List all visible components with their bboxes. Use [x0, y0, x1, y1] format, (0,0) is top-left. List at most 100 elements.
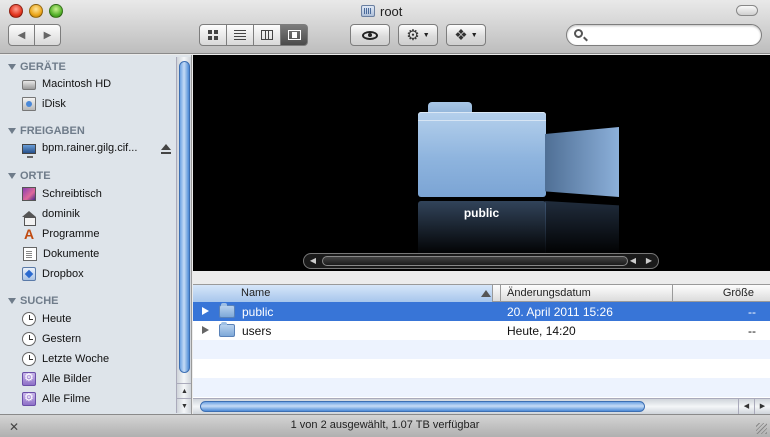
sidebar-section-devices[interactable]: GERÄTE — [8, 60, 66, 74]
list-horizontal-scrollbar[interactable]: ◀ ▶ — [193, 398, 770, 414]
table-row[interactable]: users Heute, 14:20 -- — [193, 321, 770, 340]
sidebar-item-label: Heute — [42, 313, 72, 325]
sidebar-item-last-week[interactable]: Letzte Woche — [22, 350, 177, 368]
scroll-right-icon[interactable]: ▶ — [754, 399, 770, 414]
scroll-up-icon[interactable]: ▲ — [177, 383, 191, 398]
column-header-label: Größe — [722, 287, 754, 299]
eye-icon — [362, 30, 378, 40]
sidebar-vertical-scrollbar[interactable]: ▲ ▼ — [176, 57, 191, 413]
desktop-icon — [22, 187, 36, 201]
sidebar-item-label: Alle Bilder — [42, 373, 92, 385]
column-header-name[interactable]: Name — [193, 285, 493, 302]
sidebar-item-label: Alle Filme — [42, 393, 91, 405]
column-header-size[interactable]: Größe — [673, 285, 770, 302]
scroll-left-icon[interactable]: ◀ — [738, 399, 754, 414]
list-view-icon — [234, 30, 246, 40]
scroll-right-icon[interactable]: ▶ — [642, 254, 656, 268]
sidebar-item-network-share[interactable]: bpm.rainer.gilg.cif... — [22, 139, 177, 158]
chevron-down-icon: ▼ — [470, 31, 478, 39]
sidebar-item-label: Schreibtisch — [42, 188, 102, 200]
clock-icon — [22, 312, 36, 326]
action-menu-button[interactable]: ⚙ ▼ — [398, 24, 438, 46]
search-field[interactable] — [566, 24, 762, 46]
sidebar-item-home[interactable]: dominik — [22, 205, 177, 226]
file-date: 20. April 2011 15:26 — [507, 305, 613, 319]
sidebar-item-label: bpm.rainer.gilg.cif... — [42, 142, 138, 154]
cover-flow-label: public — [463, 206, 500, 220]
sidebar-item-idisk[interactable]: iDisk — [22, 95, 177, 113]
icon-view-icon — [208, 30, 218, 40]
file-date: Heute, 14:20 — [507, 324, 576, 338]
sidebar-item-documents[interactable]: Dokumente — [22, 245, 177, 263]
disclosure-triangle-icon[interactable] — [202, 307, 209, 315]
resize-grip-icon[interactable] — [756, 423, 767, 434]
applications-icon: A — [23, 226, 35, 242]
sidebar-section-places[interactable]: ORTE — [8, 169, 51, 183]
sidebar: GERÄTE Macintosh HD iDisk FREIGABEN bpm.… — [0, 55, 192, 414]
sidebar-item-desktop[interactable]: Schreibtisch — [22, 185, 177, 203]
back-button[interactable]: ◀ — [8, 24, 35, 46]
scrollbar-thumb[interactable] — [200, 401, 645, 412]
toolbar: root ◀ ▶ ⚙ ▼ ❖ ▼ — [0, 0, 770, 54]
forward-button[interactable]: ▶ — [35, 24, 61, 46]
search-input[interactable] — [587, 28, 755, 42]
cover-flow-view-button[interactable] — [281, 24, 308, 46]
sidebar-item-label: dominik — [42, 208, 80, 220]
cover-flow-scrollbar[interactable]: ◀ ◀ ▶ — [303, 253, 659, 269]
sidebar-section-shared[interactable]: FREIGABEN — [8, 124, 85, 138]
smart-folder-icon — [22, 391, 36, 406]
documents-icon — [23, 247, 37, 261]
scrollbar-thumb[interactable] — [179, 61, 190, 373]
sidebar-item-applications[interactable]: A Programme — [22, 225, 177, 243]
folder-icon — [219, 303, 235, 318]
column-header-date[interactable]: Änderungsdatum — [500, 285, 673, 302]
search-icon — [574, 29, 583, 38]
eject-icon[interactable] — [161, 144, 171, 154]
quick-look-button[interactable] — [350, 24, 390, 46]
sidebar-item-all-images[interactable]: Alle Bilder — [22, 370, 177, 388]
back-arrow-icon: ◀ — [17, 29, 26, 41]
column-header-label: Änderungsdatum — [507, 287, 591, 299]
section-title: FREIGABEN — [20, 125, 85, 137]
view-mode-selector — [199, 24, 308, 46]
disclosure-triangle-icon — [8, 64, 16, 70]
sidebar-item-dropbox[interactable]: Dropbox — [22, 265, 177, 283]
sidebar-item-today[interactable]: Heute — [22, 310, 177, 328]
disclosure-triangle-icon — [8, 173, 16, 179]
scrollbar-thumb[interactable] — [322, 256, 628, 266]
folder-preview-icon[interactable] — [418, 102, 546, 197]
list-header: Name Änderungsdatum Größe — [193, 284, 770, 302]
scroll-left-icon[interactable]: ◀ — [626, 254, 640, 268]
zoom-window-button[interactable] — [49, 4, 63, 18]
sidebar-section-search[interactable]: SUCHE — [8, 294, 59, 308]
column-view-button[interactable] — [254, 24, 281, 46]
sidebar-item-all-movies[interactable]: Alle Filme — [22, 390, 177, 408]
icon-view-button[interactable] — [199, 24, 227, 46]
folder-icon — [361, 5, 375, 17]
dropbox-icon: ❖ — [454, 26, 468, 44]
navigation-buttons: ◀ ▶ — [8, 24, 61, 46]
close-window-button[interactable] — [9, 4, 23, 18]
folder-icon — [219, 322, 235, 337]
dropbox-folder-icon — [22, 267, 36, 281]
section-title: SUCHE — [20, 295, 59, 307]
sidebar-item-macintosh-hd[interactable]: Macintosh HD — [22, 75, 177, 93]
finder-window: root ◀ ▶ ⚙ ▼ ❖ ▼ GERÄTE Macintosh HD iDi… — [0, 0, 770, 437]
scroll-left-icon[interactable]: ◀ — [306, 254, 320, 268]
sidebar-item-yesterday[interactable]: Gestern — [22, 330, 177, 348]
clock-icon — [22, 332, 36, 346]
dropbox-menu-button[interactable]: ❖ ▼ — [446, 24, 486, 46]
status-bar: ✕ 1 von 2 ausgewählt, 1.07 TB verfügbar — [0, 414, 770, 437]
scrollbar-arrows: ◀ ▶ — [738, 399, 770, 414]
table-row[interactable]: public 20. April 2011 15:26 -- — [193, 302, 770, 321]
scroll-down-icon[interactable]: ▼ — [177, 398, 191, 413]
cover-flow-area[interactable]: public ◀ ◀ ▶ — [193, 55, 770, 271]
sidebar-item-label: Dropbox — [42, 268, 84, 280]
toolbar-toggle-button[interactable] — [736, 5, 758, 16]
folder-preview-icon-side[interactable] — [545, 127, 619, 197]
list-view-button[interactable] — [227, 24, 254, 46]
sidebar-item-label: Dokumente — [43, 248, 100, 260]
status-text: 1 von 2 ausgewählt, 1.07 TB verfügbar — [290, 419, 480, 431]
disclosure-triangle-icon[interactable] — [202, 326, 209, 334]
minimize-window-button[interactable] — [29, 4, 43, 18]
